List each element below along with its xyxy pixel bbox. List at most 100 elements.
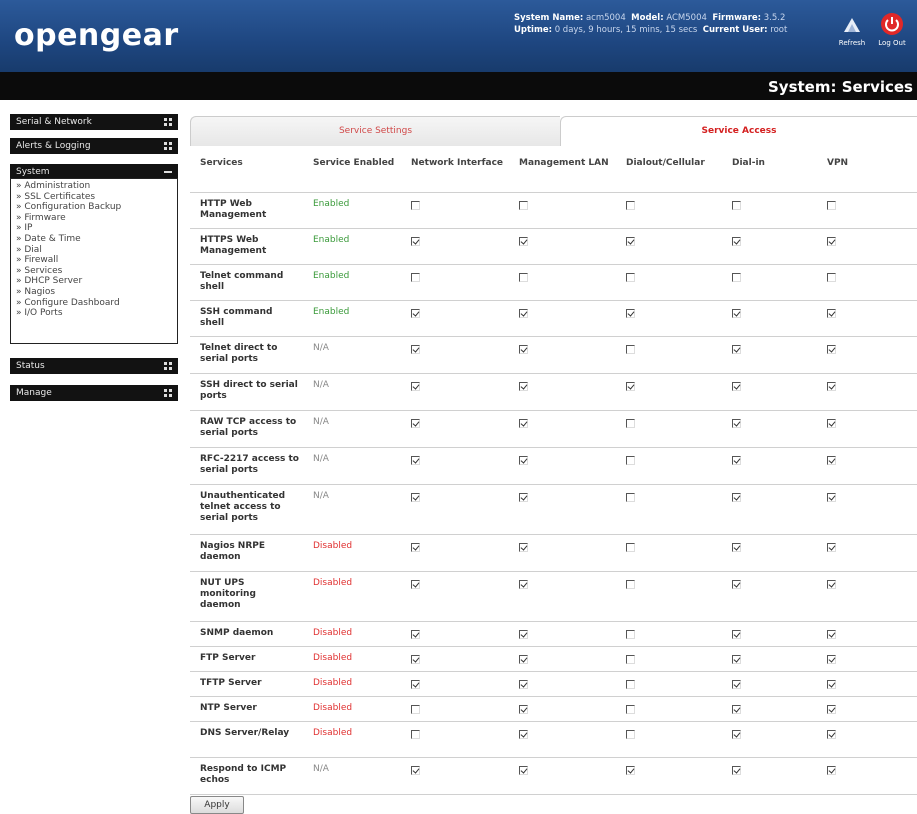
- management-lan-checkbox[interactable]: [519, 272, 528, 282]
- dial-in-checkbox[interactable]: [732, 272, 741, 282]
- network-interface-checkbox[interactable]: [411, 418, 420, 428]
- vpn-checkbox[interactable]: [827, 492, 836, 502]
- vpn-checkbox[interactable]: [827, 455, 836, 465]
- vpn-checkbox[interactable]: [827, 679, 836, 689]
- service-status[interactable]: Enabled: [303, 300, 401, 337]
- service-status[interactable]: Disabled: [303, 534, 401, 572]
- dialout-cellular-checkbox[interactable]: [626, 418, 635, 428]
- vpn-checkbox[interactable]: [827, 200, 836, 210]
- vpn-checkbox[interactable]: [827, 418, 836, 428]
- dialout-cellular-checkbox[interactable]: [626, 492, 635, 502]
- sidebar-item-nagios[interactable]: » Nagios: [16, 287, 172, 298]
- dialout-cellular-checkbox[interactable]: [626, 200, 635, 210]
- vpn-checkbox[interactable]: [827, 236, 836, 246]
- sidebar-section-alerts-logging[interactable]: Alerts & Logging: [10, 138, 178, 154]
- management-lan-checkbox[interactable]: [519, 418, 528, 428]
- management-lan-checkbox[interactable]: [519, 455, 528, 465]
- network-interface-checkbox[interactable]: [411, 272, 420, 282]
- dialout-cellular-checkbox[interactable]: [626, 455, 635, 465]
- network-interface-checkbox[interactable]: [411, 579, 420, 589]
- management-lan-checkbox[interactable]: [519, 308, 528, 318]
- tab-service-settings[interactable]: Service Settings: [190, 116, 560, 146]
- dialout-cellular-checkbox[interactable]: [626, 765, 635, 775]
- network-interface-checkbox[interactable]: [411, 344, 420, 354]
- service-status[interactable]: Enabled: [303, 192, 401, 229]
- dialout-cellular-checkbox[interactable]: [626, 579, 635, 589]
- logout-button[interactable]: Log Out: [872, 12, 912, 47]
- sidebar-item-ssl-certificates[interactable]: » SSL Certificates: [16, 192, 172, 203]
- management-lan-checkbox[interactable]: [519, 542, 528, 552]
- service-status[interactable]: Enabled: [303, 264, 401, 301]
- sidebar-item-configuration-backup[interactable]: » Configuration Backup: [16, 202, 172, 213]
- sidebar-item-services[interactable]: » Services: [16, 266, 172, 277]
- network-interface-checkbox[interactable]: [411, 308, 420, 318]
- management-lan-checkbox[interactable]: [519, 629, 528, 639]
- vpn-checkbox[interactable]: [827, 629, 836, 639]
- sidebar-item-administration[interactable]: » Administration: [16, 181, 172, 192]
- sidebar-item-ip[interactable]: » IP: [16, 223, 172, 234]
- service-status[interactable]: Disabled: [303, 671, 401, 697]
- service-status[interactable]: Enabled: [303, 228, 401, 265]
- management-lan-checkbox[interactable]: [519, 236, 528, 246]
- sidebar-section-manage[interactable]: Manage: [10, 385, 178, 401]
- management-lan-checkbox[interactable]: [519, 344, 528, 354]
- dial-in-checkbox[interactable]: [732, 542, 741, 552]
- sidebar-item-configure-dashboard[interactable]: » Configure Dashboard: [16, 298, 172, 309]
- dialout-cellular-checkbox[interactable]: [626, 344, 635, 354]
- sidebar-section-status[interactable]: Status: [10, 358, 178, 374]
- network-interface-checkbox[interactable]: [411, 679, 420, 689]
- dial-in-checkbox[interactable]: [732, 455, 741, 465]
- dial-in-checkbox[interactable]: [732, 308, 741, 318]
- management-lan-checkbox[interactable]: [519, 654, 528, 664]
- dialout-cellular-checkbox[interactable]: [626, 272, 635, 282]
- dialout-cellular-checkbox[interactable]: [626, 381, 635, 391]
- network-interface-checkbox[interactable]: [411, 236, 420, 246]
- dialout-cellular-checkbox[interactable]: [626, 308, 635, 318]
- network-interface-checkbox[interactable]: [411, 704, 420, 714]
- apply-button[interactable]: Apply: [190, 796, 244, 814]
- network-interface-checkbox[interactable]: [411, 542, 420, 552]
- sidebar-item-date-time[interactable]: » Date & Time: [16, 234, 172, 245]
- service-status[interactable]: Disabled: [303, 646, 401, 672]
- vpn-checkbox[interactable]: [827, 344, 836, 354]
- management-lan-checkbox[interactable]: [519, 679, 528, 689]
- dial-in-checkbox[interactable]: [732, 729, 741, 739]
- sidebar-section-serial-network[interactable]: Serial & Network: [10, 114, 178, 130]
- vpn-checkbox[interactable]: [827, 272, 836, 282]
- vpn-checkbox[interactable]: [827, 704, 836, 714]
- dial-in-checkbox[interactable]: [732, 704, 741, 714]
- dial-in-checkbox[interactable]: [732, 381, 741, 391]
- service-status[interactable]: Disabled: [303, 571, 401, 622]
- vpn-checkbox[interactable]: [827, 381, 836, 391]
- network-interface-checkbox[interactable]: [411, 381, 420, 391]
- management-lan-checkbox[interactable]: [519, 492, 528, 502]
- service-status[interactable]: Disabled: [303, 696, 401, 722]
- vpn-checkbox[interactable]: [827, 308, 836, 318]
- dialout-cellular-checkbox[interactable]: [626, 629, 635, 639]
- dial-in-checkbox[interactable]: [732, 418, 741, 428]
- dial-in-checkbox[interactable]: [732, 492, 741, 502]
- dialout-cellular-checkbox[interactable]: [626, 654, 635, 664]
- dialout-cellular-checkbox[interactable]: [626, 236, 635, 246]
- network-interface-checkbox[interactable]: [411, 729, 420, 739]
- dialout-cellular-checkbox[interactable]: [626, 729, 635, 739]
- refresh-button[interactable]: Refresh: [832, 12, 872, 47]
- management-lan-checkbox[interactable]: [519, 381, 528, 391]
- sidebar-item-io-ports[interactable]: » I/O Ports: [16, 308, 172, 319]
- dial-in-checkbox[interactable]: [732, 679, 741, 689]
- service-status[interactable]: Disabled: [303, 721, 401, 758]
- sidebar-item-firewall[interactable]: » Firewall: [16, 255, 172, 266]
- tab-service-access[interactable]: Service Access: [560, 116, 917, 146]
- network-interface-checkbox[interactable]: [411, 654, 420, 664]
- management-lan-checkbox[interactable]: [519, 200, 528, 210]
- network-interface-checkbox[interactable]: [411, 492, 420, 502]
- network-interface-checkbox[interactable]: [411, 629, 420, 639]
- management-lan-checkbox[interactable]: [519, 579, 528, 589]
- dial-in-checkbox[interactable]: [732, 236, 741, 246]
- dial-in-checkbox[interactable]: [732, 629, 741, 639]
- vpn-checkbox[interactable]: [827, 579, 836, 589]
- management-lan-checkbox[interactable]: [519, 729, 528, 739]
- dial-in-checkbox[interactable]: [732, 200, 741, 210]
- network-interface-checkbox[interactable]: [411, 200, 420, 210]
- dialout-cellular-checkbox[interactable]: [626, 542, 635, 552]
